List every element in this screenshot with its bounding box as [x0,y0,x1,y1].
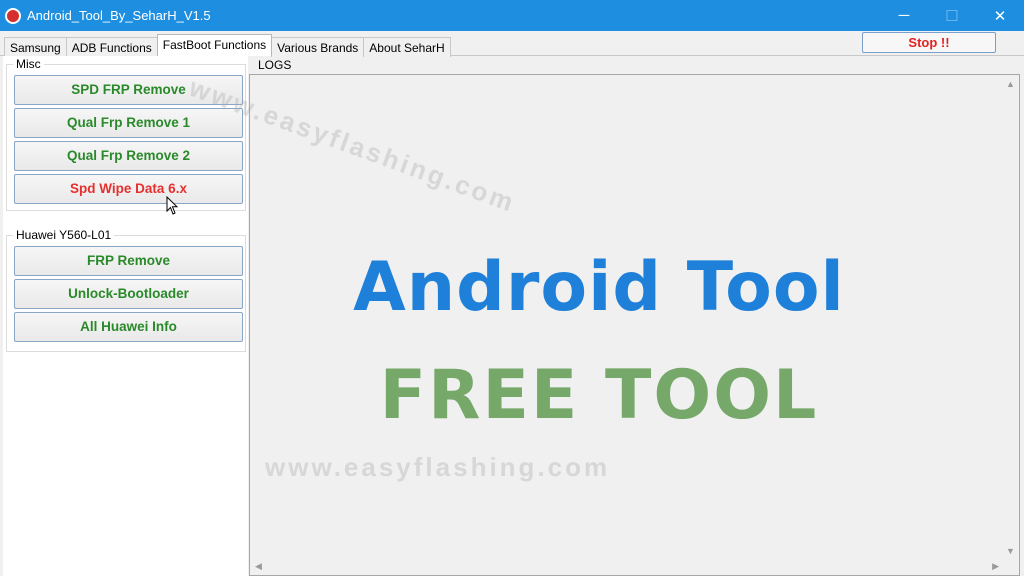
qual-frp-remove-1-button[interactable]: Qual Frp Remove 1 [14,108,243,138]
window-controls: ─ ☐ ✕ [880,0,1024,31]
tab-fastboot-functions[interactable]: FastBoot Functions [156,34,273,56]
mouse-cursor-icon [166,196,179,215]
tab-about-seharh[interactable]: About SeharH [363,37,451,57]
headline-free-tool: FREE TOOL [379,356,819,435]
headline-android-tool: Android Tool [353,248,845,327]
tab-adb-functions[interactable]: ADB Functions [65,37,158,57]
huawei-group: Huawei Y560-L01 FRP Remove Unlock-Bootlo… [6,229,246,352]
frp-remove-button[interactable]: FRP Remove [14,246,243,276]
huawei-group-label: Huawei Y560-L01 [13,229,115,242]
minimize-button[interactable]: ─ [880,0,928,31]
app-icon [5,7,21,24]
logs-label: LOGS [258,58,292,72]
watermark-text: www.easyflashing.com [265,452,611,482]
stop-button[interactable]: Stop !! [862,32,996,53]
scroll-down-icon[interactable]: ▼ [1006,546,1015,556]
close-button[interactable]: ✕ [976,0,1024,31]
scroll-left-icon[interactable]: ◀ [255,561,262,572]
all-huawei-info-button[interactable]: All Huawei Info [14,312,243,342]
qual-frp-remove-2-button[interactable]: Qual Frp Remove 2 [14,141,243,171]
unlock-bootloader-button[interactable]: Unlock-Bootloader [14,279,243,309]
vertical-scrollbar[interactable]: ▲ ▼ [1002,75,1019,558]
maximize-button[interactable]: ☐ [928,0,976,31]
title-bar: Android_Tool_By_SeharH_V1.5 ─ ☐ ✕ [0,0,1024,31]
spd-wipe-data-button[interactable]: Spd Wipe Data 6.x [14,174,243,204]
tab-bar: Samsung ADB Functions FastBoot Functions… [4,34,451,57]
scroll-right-icon[interactable]: ▶ [992,561,999,572]
tab-various-brands[interactable]: Various Brands [271,37,365,57]
scroll-up-icon[interactable]: ▲ [1006,79,1015,89]
tab-samsung[interactable]: Samsung [4,37,67,57]
left-panel: Misc SPD FRP Remove Qual Frp Remove 1 Qu… [3,56,248,576]
horizontal-scrollbar[interactable]: ◀ ▶ [250,558,1002,575]
window-title: Android_Tool_By_SeharH_V1.5 [27,8,211,23]
misc-group-label: Misc [13,58,44,71]
